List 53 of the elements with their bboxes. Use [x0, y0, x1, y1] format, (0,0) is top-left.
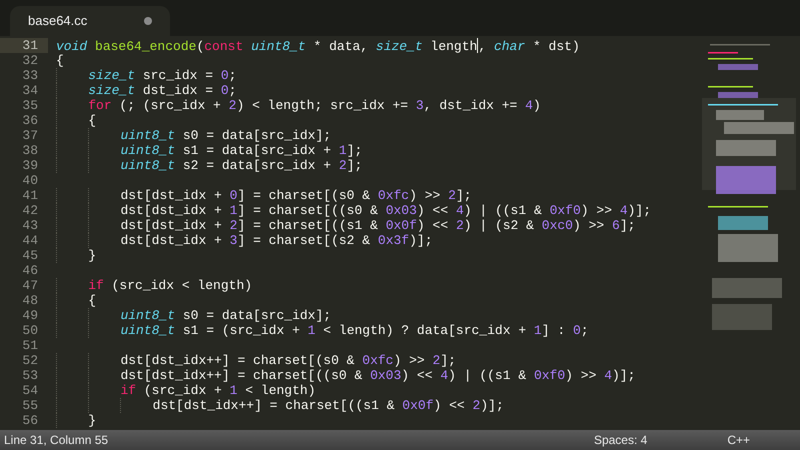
syntax-setting[interactable]: C++ [727, 431, 750, 449]
line-number: 38 [21, 143, 39, 158]
code-line: dst[dst_idx + 3] = charset[(s2 & 0x3f)]; [48, 233, 433, 248]
line-number: 31 [0, 38, 48, 53]
code-line: uint8_t s2 = data[src_idx + 2]; [48, 158, 362, 173]
line-number: 39 [21, 158, 39, 173]
line-number: 37 [21, 128, 39, 143]
code-line: uint8_t s0 = data[src_idx]; [48, 128, 332, 143]
code-line: if (src_idx < length) [48, 278, 252, 293]
code-line: } [48, 413, 96, 428]
indentation-setting[interactable]: Spaces: 4 [594, 431, 648, 449]
line-number: 48 [21, 293, 39, 308]
line-number: 44 [21, 233, 39, 248]
code-line: if (src_idx + 1 < length) [48, 383, 316, 398]
line-number: 43 [21, 218, 39, 233]
line-number: 49 [21, 308, 39, 323]
code-line: dst[dst_idx++] = charset[((s1 & 0x0f) << 2)]; [48, 398, 504, 413]
code-line: dst[dst_idx + 1] = charset[((s0 & 0x03) << 4) | ((s1 & 0xf0) >> 4)]; [48, 203, 652, 218]
code-line: { [48, 293, 96, 308]
code-line: uint8_t s0 = data[src_idx]; [48, 308, 332, 323]
code-line: size_t src_idx = 0; [48, 68, 236, 83]
code-line: for (; (src_idx + 2) < length; src_idx += 3, dst_idx += 4) [48, 98, 541, 113]
line-number: 55 [21, 398, 39, 413]
line-number: 32 [21, 53, 39, 68]
file-tab[interactable]: base64.cc [10, 6, 170, 36]
cursor-position: Line 31, Column 55 [4, 432, 110, 449]
line-number: 52 [21, 353, 39, 368]
code-line: { [48, 113, 96, 128]
code-line: uint8_t s1 = data[src_idx + 1]; [48, 143, 362, 158]
line-number: 46 [21, 263, 39, 278]
code-line: uint8_t s1 = (src_idx + 1 < length) ? data[src_idx + 1] : 0; [48, 323, 589, 338]
line-number: 34 [21, 83, 39, 98]
line-number: 54 [21, 383, 39, 398]
code-line: dst[dst_idx + 2] = charset[((s1 & 0x0f) << 2) | (s2 & 0xc0) >> 6]; [48, 218, 636, 233]
line-number: 36 [21, 113, 39, 128]
line-number: 51 [21, 338, 39, 353]
line-number: 40 [21, 173, 39, 188]
line-number: 41 [21, 188, 39, 203]
code-line: dst[dst_idx++] = charset[((s0 & 0x03) << 4) | ((s1 & 0xf0) >> 4)]; [48, 368, 636, 383]
line-number: 45 [21, 248, 39, 263]
line-number: 42 [21, 203, 39, 218]
code-line: void base64_encode(const uint8_t * data, size_t length, char * dst) [55, 38, 580, 53]
code-line: dst[dst_idx + 0] = charset[(s0 & 0xfc) >> 2]; [48, 188, 472, 203]
line-number: 35 [21, 98, 39, 113]
line-number: 50 [21, 323, 39, 338]
line-number: 53 [21, 368, 39, 383]
code-line: } [48, 248, 96, 263]
line-number: 47 [21, 278, 39, 293]
line-number: 33 [21, 68, 39, 83]
code-line: dst[dst_idx++] = charset[(s0 & 0xfc) >> 2]; [48, 353, 456, 368]
code-line: size_t dst_idx = 0; [48, 83, 236, 98]
code-line: { [55, 53, 64, 68]
line-number: 56 [21, 413, 39, 428]
